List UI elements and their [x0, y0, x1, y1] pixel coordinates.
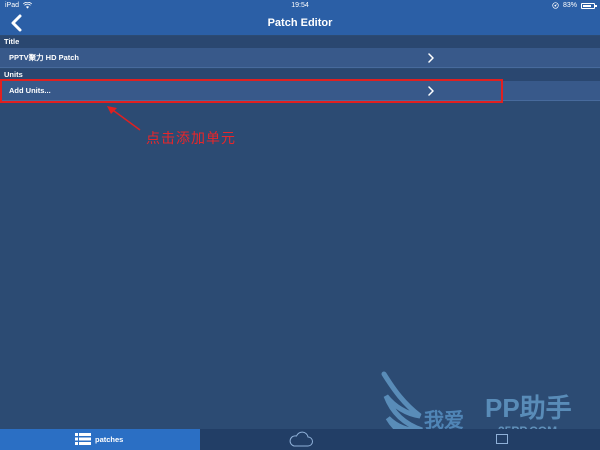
title-row[interactable]: PPTV聚力 HD Patch	[0, 48, 600, 68]
title-value: PPTV聚力 HD Patch	[9, 53, 80, 62]
document-icon	[496, 434, 508, 444]
chevron-right-icon	[428, 53, 434, 63]
status-time: 19:54	[291, 2, 309, 9]
tab-patches[interactable]: patches	[0, 429, 200, 450]
list-icon	[75, 433, 91, 445]
tab-cloud[interactable]	[200, 429, 400, 450]
status-bar: iPad 19:54 83%	[0, 0, 600, 11]
annotation-arrow-icon	[107, 106, 141, 131]
navigation-bar: Patch Editor	[0, 11, 600, 35]
highlight-box	[0, 79, 503, 103]
tab-documents[interactable]	[400, 429, 600, 450]
page-title: Patch Editor	[267, 17, 333, 29]
battery-percent: 83%	[562, 2, 577, 9]
annotation-text: 点击添加单元	[146, 131, 236, 147]
tab-patches-label: patches	[95, 435, 124, 444]
tab-bar: patches	[0, 429, 600, 450]
title-section-header: Title	[0, 36, 600, 48]
cloud-icon	[289, 431, 313, 447]
location-icon	[552, 2, 559, 9]
battery-icon	[581, 2, 597, 9]
watermark-brand: PP助手	[485, 393, 572, 423]
